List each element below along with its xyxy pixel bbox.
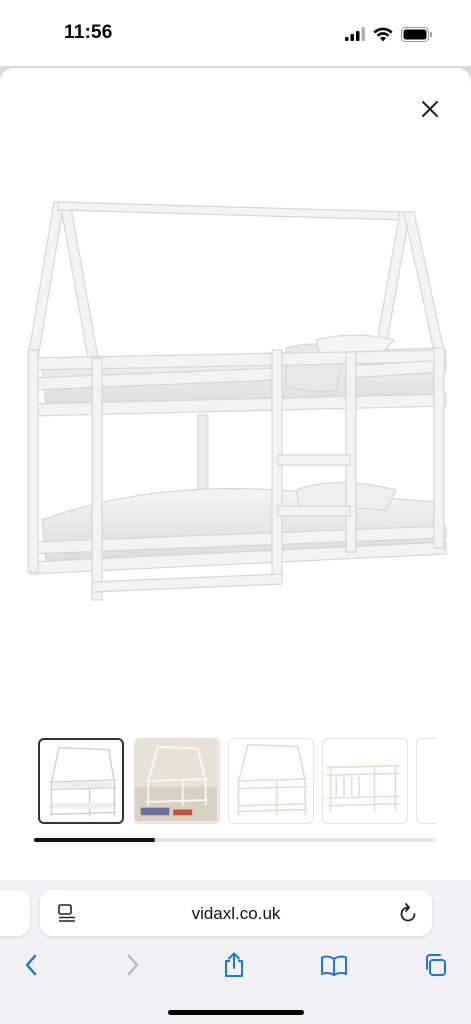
thumbnail-5[interactable] xyxy=(416,738,436,824)
thumbnail-frame-icon xyxy=(236,743,308,816)
signal-icon xyxy=(345,27,365,41)
thumbnail-1[interactable] xyxy=(38,738,124,824)
previous-tab-chip[interactable] xyxy=(0,890,30,936)
reload-icon[interactable] xyxy=(398,902,418,924)
forward-icon xyxy=(127,954,139,976)
thumbnail-bunk-bed-icon xyxy=(49,746,117,817)
share-button[interactable] xyxy=(219,950,249,980)
thumbnail-2[interactable] xyxy=(134,738,220,824)
product-image-bunk-bed[interactable] xyxy=(16,190,456,610)
browser-toolbar xyxy=(0,946,471,986)
url-text: vidaxl.co.uk xyxy=(191,904,281,923)
status-time: 11:56 xyxy=(64,22,113,43)
wifi-icon xyxy=(373,27,393,41)
bookmarks-button[interactable] xyxy=(319,950,349,980)
address-bar[interactable]: vidaxl.co.uk xyxy=(40,890,432,936)
tabs-icon xyxy=(426,954,446,976)
share-icon xyxy=(225,952,243,977)
thumbnail-strip xyxy=(38,738,436,826)
thumbnail-4[interactable] xyxy=(322,738,408,824)
carousel-scrollbar[interactable] xyxy=(34,838,436,842)
thumbnail-3[interactable] xyxy=(228,738,314,824)
back-button[interactable] xyxy=(16,950,46,980)
carousel-scroll-thumb[interactable] xyxy=(34,838,155,842)
bookmarks-icon xyxy=(321,955,347,976)
status-icons xyxy=(345,26,433,42)
thumbnail-slats-icon xyxy=(326,764,400,812)
thumbnail-room-icon xyxy=(135,739,217,821)
home-indicator xyxy=(168,1010,304,1015)
forward-button[interactable] xyxy=(118,950,148,980)
battery-icon xyxy=(401,26,432,42)
back-icon xyxy=(25,954,37,976)
status-bar: 11:56 xyxy=(0,0,471,66)
close-icon[interactable] xyxy=(419,98,441,120)
tabs-button[interactable] xyxy=(420,950,450,980)
